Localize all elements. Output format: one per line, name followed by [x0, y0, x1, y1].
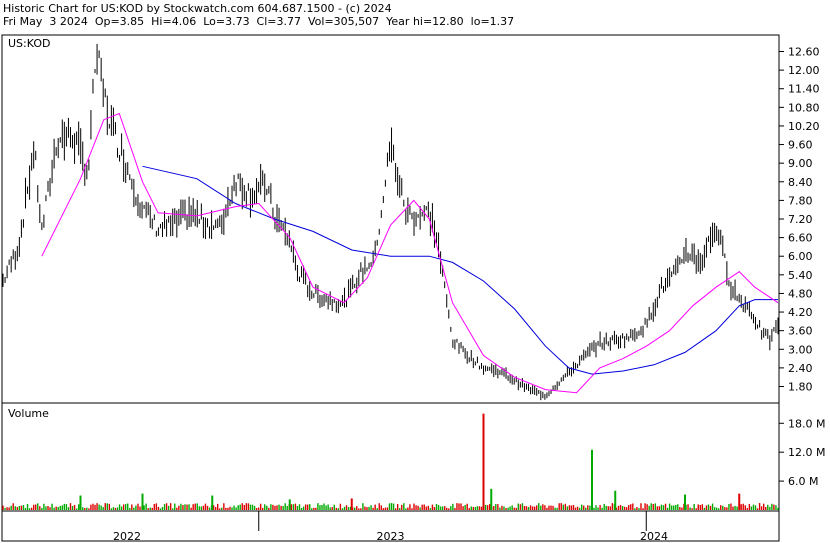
volume-y-axis: 18.0 M 12.0 M 6.0 M: [779, 417, 825, 488]
volume-bars: [2, 413, 779, 510]
date-axis: 2022 2023 2024: [113, 511, 668, 543]
price-y-tick-label: 10.20: [788, 120, 820, 133]
moving-average-short-line: [41, 112, 779, 394]
price-y-tick-label: 9.60: [788, 139, 813, 152]
price-y-tick-label: 7.20: [788, 213, 813, 226]
price-y-tick-label: 8.40: [788, 176, 813, 189]
volume-panel-frame: [1, 402, 780, 512]
price-y-tick-label: 10.80: [788, 101, 820, 114]
price-y-tick-label: 7.80: [788, 194, 813, 207]
year-label: 2022: [113, 530, 141, 543]
price-y-tick-label: 12.60: [788, 46, 820, 59]
chart-window: Historic Chart for US:KOD by Stockwatch.…: [0, 0, 830, 543]
volume-panel-title: Volume: [8, 407, 49, 420]
price-series-group: [2, 43, 779, 401]
price-y-tick-label: 12.00: [788, 64, 820, 77]
price-y-tick-label: 3.00: [788, 343, 813, 356]
price-panel-title: US:KOD: [8, 37, 50, 50]
price-y-tick-label: 6.60: [788, 232, 813, 245]
year-label: 2023: [377, 530, 405, 543]
moving-average-long-line: [142, 165, 778, 375]
price-y-tick-label: 4.20: [788, 306, 813, 319]
price-y-tick-label: 1.80: [788, 380, 813, 393]
price-y-axis: 12.60 12.00 11.40 10.80 10.20 9.60 9.00 8.40 7.8…: [779, 46, 820, 393]
price-y-tick-label: 6.00: [788, 250, 813, 263]
volume-y-tick-label: 18.0 M: [788, 417, 825, 430]
volume-y-tick-label: 6.0 M: [788, 475, 818, 488]
price-y-tick-label: 5.40: [788, 269, 813, 282]
stock-chart: US:KOD 12.60 12.00 11.40 10.80 10.20 9.60 9.00…: [1, 34, 825, 543]
price-y-tick-label: 4.80: [788, 287, 813, 300]
year-label: 2024: [640, 530, 668, 543]
volume-y-tick-label: 12.0 M: [788, 446, 825, 459]
price-panel-frame: [1, 34, 780, 404]
price-y-tick-label: 3.60: [788, 325, 813, 338]
price-y-tick-label: 2.40: [788, 362, 813, 375]
price-y-tick-label: 11.40: [788, 83, 820, 96]
price-y-tick-label: 9.00: [788, 157, 813, 170]
